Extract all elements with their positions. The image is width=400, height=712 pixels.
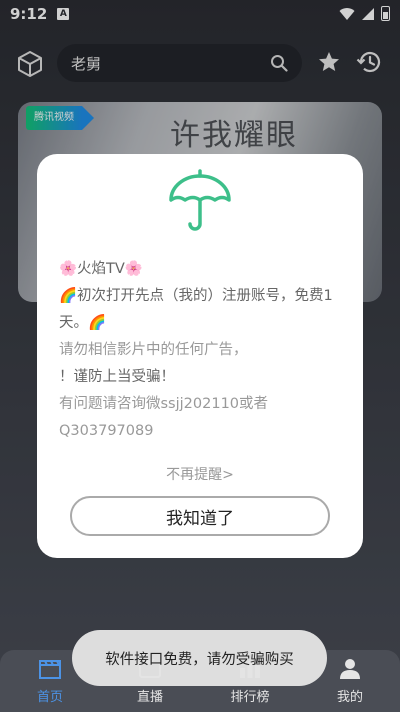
nav-label: 首页 xyxy=(36,690,63,705)
dont-remind-link[interactable]: 不再提醒> xyxy=(37,464,363,484)
nav-label: 我的 xyxy=(336,690,363,705)
toast-message: 软件接口免费，请勿受骗购买 xyxy=(72,630,327,686)
message-line: 有问题请咨询微ssjj202110或者 xyxy=(59,396,269,412)
clapperboard-icon xyxy=(39,660,61,679)
message-line: 🌈初次打开先点（我的）注册账号，免费1 xyxy=(59,288,333,304)
message-line: 🌸火焰TV🌸 xyxy=(59,261,143,277)
message-line: Q303797089 xyxy=(59,423,154,439)
ok-button[interactable]: 我知道了 xyxy=(70,496,330,536)
message-line: 请勿相信影片中的任何广告， xyxy=(59,342,248,358)
message-line: ！谨防上当受骗！ xyxy=(59,369,175,385)
notice-dialog: 🌸火焰TV🌸 🌈初次打开先点（我的）注册账号，免费1 天。🌈 请勿相信影片中的任… xyxy=(37,154,363,558)
umbrella-icon xyxy=(169,169,231,231)
nav-label: 直播 xyxy=(136,690,163,705)
nav-label: 排行榜 xyxy=(230,690,270,705)
message-line: 天。🌈 xyxy=(59,315,107,331)
dialog-message: 🌸火焰TV🌸 🌈初次打开先点（我的）注册账号，免费1 天。🌈 请勿相信影片中的任… xyxy=(59,256,349,445)
person-icon xyxy=(340,659,360,679)
